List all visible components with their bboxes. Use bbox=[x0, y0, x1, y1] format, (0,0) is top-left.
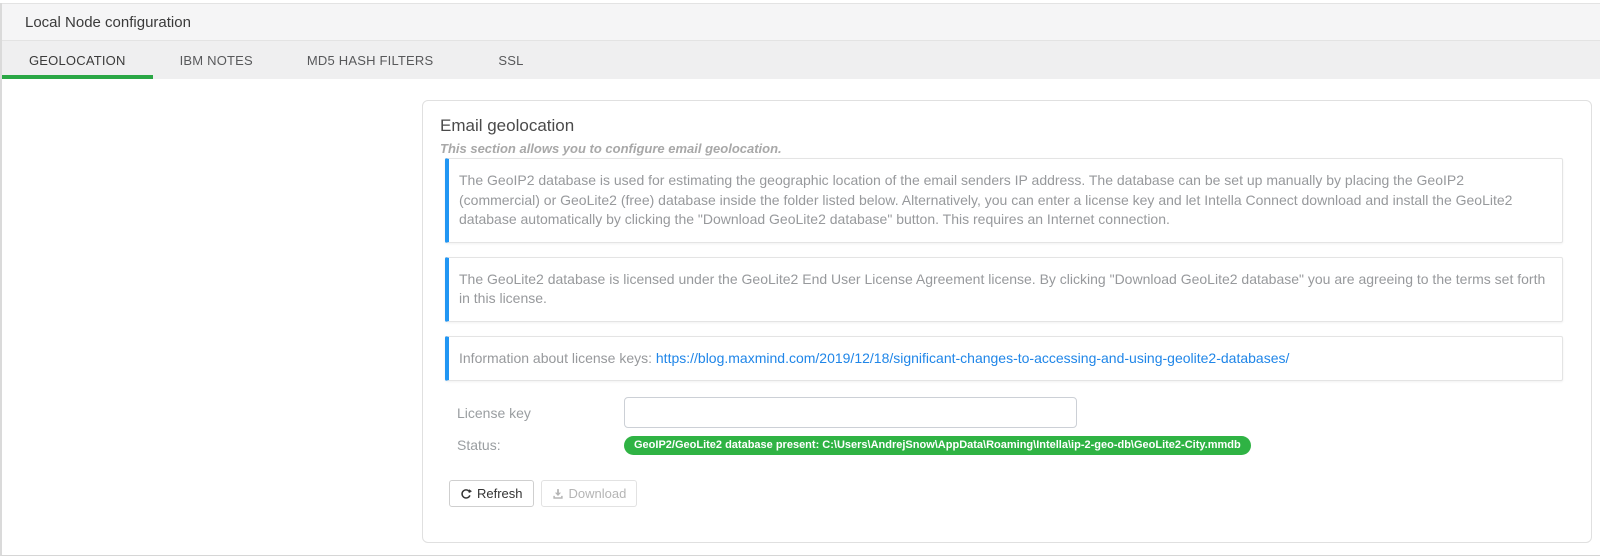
local-node-configuration-page: Local Node configuration GEOLOCATION IBM… bbox=[0, 3, 1600, 556]
status-badge: GeoIP2/GeoLite2 database present: C:\Use… bbox=[624, 436, 1251, 455]
tab-md5-hash-filters[interactable]: MD5 HASH FILTERS bbox=[280, 41, 460, 79]
tab-label: IBM NOTES bbox=[180, 53, 253, 68]
page-header: Local Node configuration bbox=[2, 3, 1600, 41]
tab-ssl[interactable]: SSL bbox=[460, 41, 561, 79]
download-button[interactable]: Download bbox=[541, 480, 638, 507]
refresh-button[interactable]: Refresh bbox=[449, 480, 534, 507]
maxmind-blog-link[interactable]: https://blog.maxmind.com/2019/12/18/sign… bbox=[656, 350, 1289, 366]
license-key-label: License key bbox=[457, 405, 624, 421]
license-key-input[interactable] bbox=[624, 397, 1077, 428]
section-title: Email geolocation bbox=[440, 115, 1563, 137]
section-subtitle: This section allows you to configure ema… bbox=[440, 140, 1563, 158]
download-button-label: Download bbox=[569, 486, 627, 501]
tab-label: MD5 HASH FILTERS bbox=[307, 53, 433, 68]
license-key-row: License key bbox=[457, 397, 1563, 428]
tab-bar: GEOLOCATION IBM NOTES MD5 HASH FILTERS S… bbox=[2, 41, 1600, 79]
tab-content-area: Email geolocation This section allows yo… bbox=[2, 79, 1600, 543]
tab-geolocation[interactable]: GEOLOCATION bbox=[2, 41, 153, 79]
info-box-geoip2-description: The GeoIP2 database is used for estimati… bbox=[445, 158, 1563, 243]
email-geolocation-card: Email geolocation This section allows yo… bbox=[422, 100, 1592, 543]
info-text: The GeoIP2 database is used for estimati… bbox=[459, 172, 1512, 227]
tab-label: SSL bbox=[498, 53, 523, 68]
status-row: Status: GeoIP2/GeoLite2 database present… bbox=[457, 435, 1563, 455]
tab-label: GEOLOCATION bbox=[29, 53, 126, 68]
info-text: Information about license keys: bbox=[459, 350, 656, 366]
button-row: Refresh Download bbox=[449, 480, 1563, 507]
info-box-license-keys-link: Information about license keys: https://… bbox=[445, 336, 1563, 382]
download-icon bbox=[552, 488, 564, 500]
info-box-license-agreement: The GeoLite2 database is licensed under … bbox=[445, 257, 1563, 322]
refresh-icon bbox=[460, 488, 472, 500]
status-label: Status: bbox=[457, 437, 624, 453]
info-text: The GeoLite2 database is licensed under … bbox=[459, 271, 1545, 307]
refresh-button-label: Refresh bbox=[477, 486, 523, 501]
page-title: Local Node configuration bbox=[25, 14, 191, 31]
tab-ibm-notes[interactable]: IBM NOTES bbox=[153, 41, 280, 79]
